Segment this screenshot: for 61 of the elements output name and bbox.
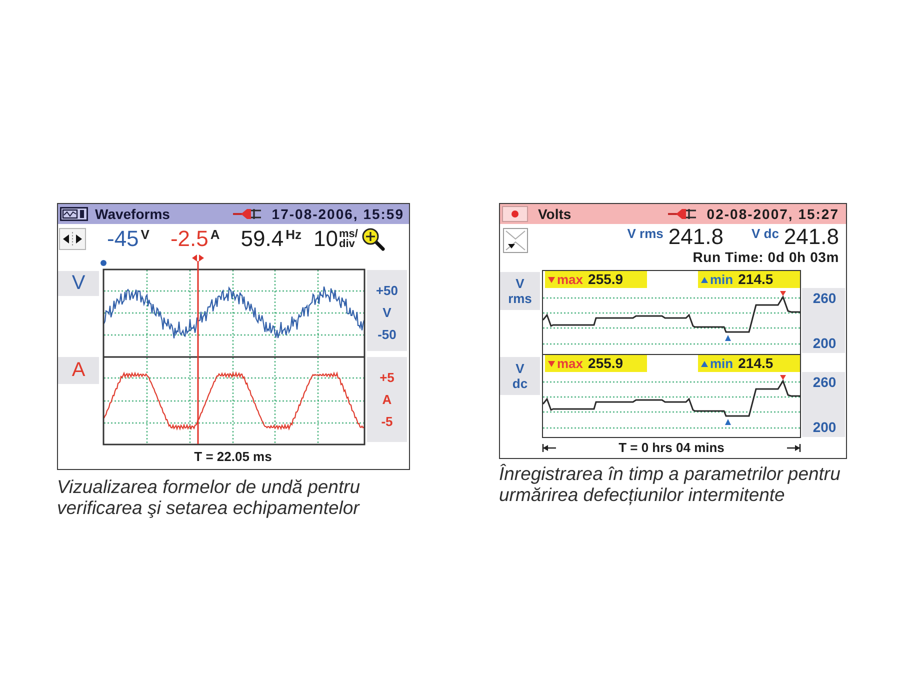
scale-label: 200 xyxy=(812,335,838,351)
scale-label: -5 xyxy=(380,413,394,431)
scale-label: 260 xyxy=(812,374,838,390)
reading-value: -45 xyxy=(107,226,139,252)
channel-label: V rms xyxy=(500,272,540,310)
run-time-text: Run Time: 0d 0h 03m xyxy=(692,249,839,266)
reading-unit: V xyxy=(140,228,150,242)
time-span-text: T = 0 hrs 04 mins xyxy=(618,440,724,456)
plug-icon xyxy=(668,207,698,221)
timebase-unit: ms/ xyxy=(338,229,358,239)
max-marker-icon xyxy=(780,291,786,296)
down-arrow-box-icon xyxy=(503,228,528,253)
up-triangle-icon xyxy=(701,276,708,282)
channel-label: V dc xyxy=(500,357,540,395)
up-triangle-icon xyxy=(701,360,708,366)
scale-label: +50 xyxy=(374,282,400,300)
time-span-text: T = 22.05 ms xyxy=(194,449,272,465)
scope-icon xyxy=(60,207,88,221)
max-value: 255.9 xyxy=(588,356,624,371)
reading-unit: Hz xyxy=(286,228,302,242)
min-label: min xyxy=(710,272,734,287)
plug-icon xyxy=(232,207,263,221)
measurement-label: V dc xyxy=(751,227,779,241)
measurement-value: 241.8 xyxy=(784,224,839,249)
reading-value: 59.4 xyxy=(240,226,284,252)
max-label: max xyxy=(557,356,584,371)
record-icon xyxy=(502,206,528,222)
scale-label: +5 xyxy=(378,369,396,387)
scale-label: -50 xyxy=(376,326,398,344)
max-label: max xyxy=(557,272,584,287)
scale-label: A xyxy=(381,391,393,409)
min-marker-icon xyxy=(725,335,731,341)
min-label: min xyxy=(710,356,734,371)
screen-title: Volts xyxy=(538,205,572,224)
span-end-arrow-icon xyxy=(786,443,801,453)
timebase-unit: div xyxy=(338,239,356,249)
reading-value: -2.5 xyxy=(170,226,208,252)
scale-label: 260 xyxy=(812,290,838,306)
datetime-text: 17-08-2006, 15:59 xyxy=(272,205,404,224)
trace-label: A xyxy=(58,357,99,384)
caption: Înregistrarea în timp a parametrilor pentru urmărirea defecțiunilor intermitente xyxy=(499,463,842,505)
trigger-marker-icon xyxy=(100,260,106,266)
trace-label: V xyxy=(58,271,99,296)
scale-label: 200 xyxy=(812,419,838,435)
measurement-label: V rms xyxy=(627,227,664,241)
min-value: 214.5 xyxy=(738,272,774,287)
zoom-icon xyxy=(360,227,385,251)
down-triangle-icon xyxy=(548,276,555,282)
max-value: 255.9 xyxy=(588,272,624,287)
min-value: 214.5 xyxy=(738,356,774,371)
screen-title: Waveforms xyxy=(95,205,170,224)
span-start-arrow-icon xyxy=(542,443,556,453)
measurement-value: 241.8 xyxy=(668,224,724,249)
down-triangle-icon xyxy=(548,360,555,366)
max-marker-icon xyxy=(780,375,786,380)
min-marker-icon xyxy=(725,419,731,425)
timebase-value: 10 xyxy=(314,226,338,252)
caption: Vizualizarea formelor de undă pentru verificarea şi setarea echipamentelor xyxy=(57,476,362,518)
datetime-text: 02-08-2007, 15:27 xyxy=(706,205,839,224)
scale-label: V xyxy=(382,304,392,322)
reading-unit: A xyxy=(210,228,220,242)
